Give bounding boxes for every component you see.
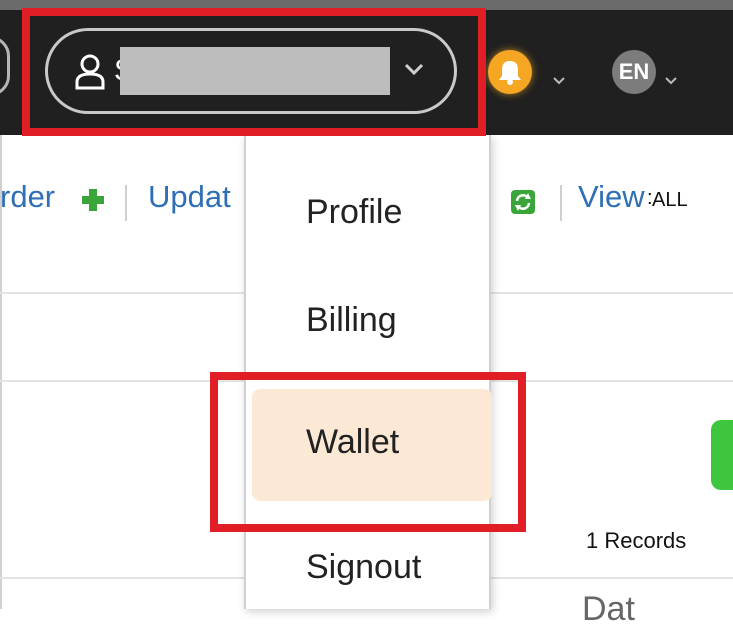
menu-item-wallet[interactable]: Wallet [252,389,492,501]
user-menu-button[interactable]: S [45,28,457,114]
menu-item-billing[interactable]: Billing [252,265,484,375]
bell-icon [499,61,521,85]
top-header: S EN [0,0,733,135]
header-strip [0,0,733,10]
partial-circle-button[interactable] [0,36,10,96]
menu-item-label: Profile [306,193,403,231]
menu-item-label: Billing [306,301,397,339]
view-filter-label[interactable]: View [578,179,645,215]
add-button[interactable] [711,420,733,490]
section-heading: Dat [582,590,635,628]
plus-icon[interactable] [82,189,104,211]
toolbar-divider [560,185,562,221]
records-count: 1 Records [586,528,687,553]
refresh-icon[interactable] [510,189,536,215]
user-dropdown-menu: Profile Billing Wallet Signout [244,135,492,609]
toolbar-divider [125,185,127,221]
user-icon [75,54,105,90]
chevron-down-icon[interactable] [664,76,678,86]
update-link[interactable]: Updat [148,179,231,215]
redacted-username [120,47,390,95]
language-button[interactable]: EN [612,50,656,94]
menu-item-label: Wallet [306,423,400,461]
order-link[interactable]: rder [0,179,55,215]
chevron-down-icon [404,63,424,76]
menu-item-label: Signout [306,548,422,586]
menu-item-profile[interactable]: Profile [252,155,484,265]
menu-item-signout[interactable]: Signout [252,510,484,620]
view-filter-value[interactable]: ALL [652,189,688,212]
chevron-down-icon[interactable] [552,76,566,86]
notifications-button[interactable] [488,50,532,94]
